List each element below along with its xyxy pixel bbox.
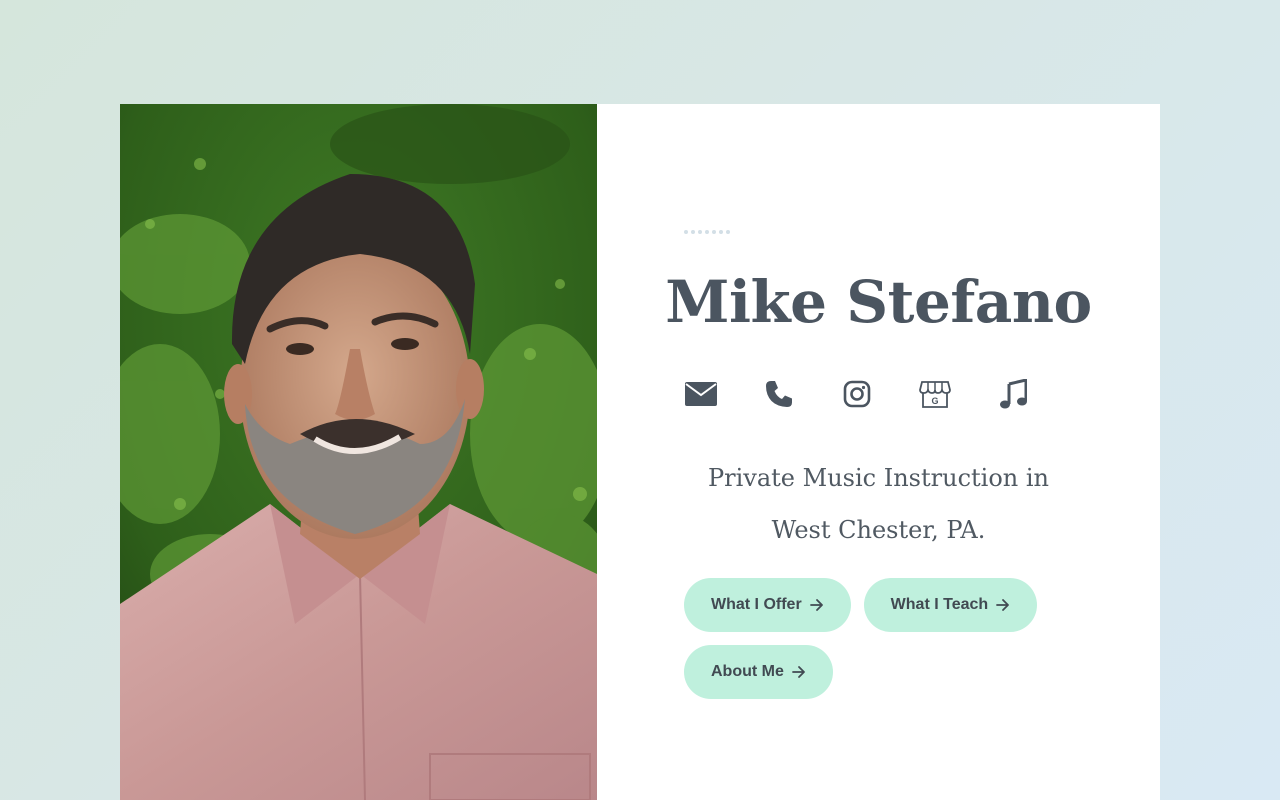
what-i-teach-label: What I Teach bbox=[890, 596, 989, 613]
arrow-right-icon bbox=[996, 598, 1010, 612]
about-me-button[interactable]: About Me bbox=[684, 645, 833, 699]
instagram-icon[interactable] bbox=[839, 376, 875, 412]
tagline-line-2: West Chester, PA. bbox=[771, 516, 986, 544]
what-i-offer-label: What I Offer bbox=[711, 596, 802, 613]
page-title: Mike Stefano bbox=[665, 268, 1092, 336]
tagline: Private Music Instruction in West Cheste… bbox=[597, 452, 1160, 556]
phone-icon[interactable] bbox=[761, 376, 797, 412]
google-business-icon[interactable]: G bbox=[917, 376, 953, 412]
profile-card: Mike Stefano G Private Music Instruction… bbox=[120, 104, 1160, 800]
svg-text:G: G bbox=[931, 396, 938, 406]
profile-content: Mike Stefano G Private Music Instruction… bbox=[597, 104, 1160, 800]
what-i-offer-button[interactable]: What I Offer bbox=[684, 578, 851, 632]
decorative-dots bbox=[684, 230, 730, 234]
profile-photo bbox=[120, 104, 597, 800]
contact-icons: G bbox=[683, 376, 1031, 412]
music-note-icon[interactable] bbox=[995, 376, 1031, 412]
envelope-icon[interactable] bbox=[683, 376, 719, 412]
nav-buttons: What I Offer What I Teach About Me bbox=[684, 578, 1084, 699]
portrait-image bbox=[120, 104, 597, 800]
arrow-right-icon bbox=[809, 598, 824, 612]
what-i-teach-button[interactable]: What I Teach bbox=[863, 578, 1038, 632]
arrow-right-icon bbox=[791, 665, 806, 679]
about-me-label: About Me bbox=[711, 663, 784, 680]
tagline-line-1: Private Music Instruction in bbox=[708, 464, 1049, 492]
